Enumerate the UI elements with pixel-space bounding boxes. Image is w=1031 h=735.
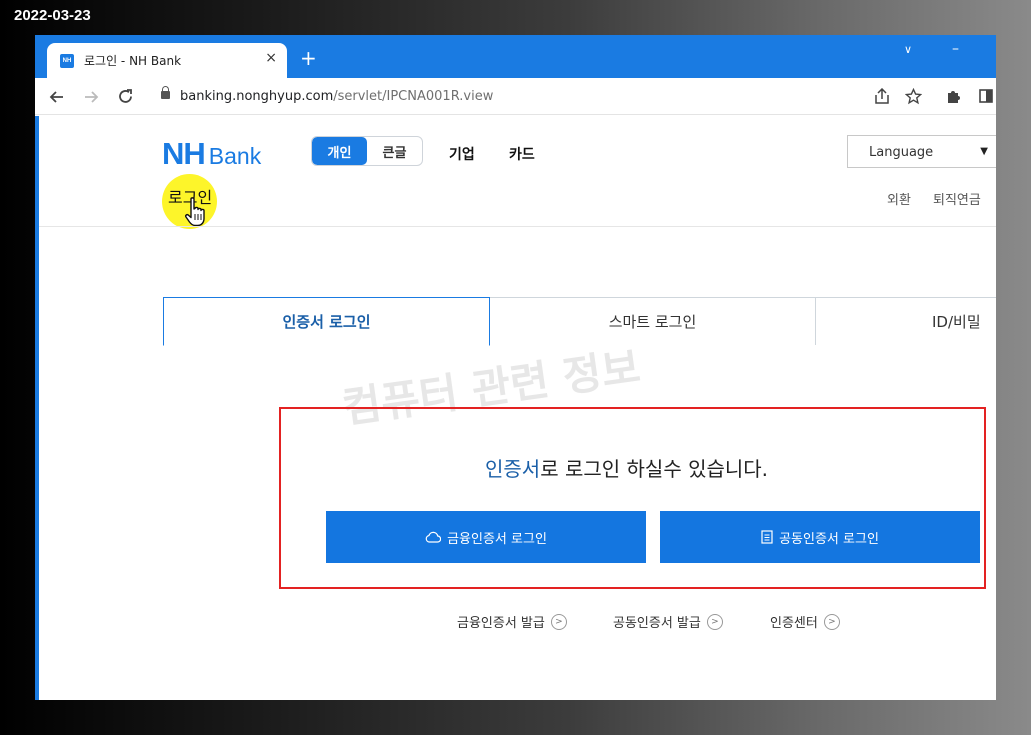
financial-cert-login-label: 금융인증서 로그인	[447, 531, 547, 547]
hand-pointer-icon	[185, 197, 205, 227]
chevron-down-icon: ▼	[980, 146, 988, 157]
link-cert-center-label: 인증센터	[770, 616, 818, 631]
new-tab-button[interactable]: +	[300, 48, 317, 68]
link-joint-cert-issue[interactable]: 공동인증서 발급 >	[613, 612, 723, 631]
login-message: 인증서로 로그인 하실수 있습니다.	[485, 453, 768, 482]
tab-close-icon[interactable]: ×	[265, 50, 277, 66]
tab-title: 로그인 - NH Bank	[84, 54, 182, 68]
tab-id-password[interactable]: ID/비밀	[815, 297, 996, 345]
financial-cert-login-button[interactable]: 금융인증서 로그인	[326, 511, 646, 563]
menu-card[interactable]: 카드	[509, 144, 535, 164]
message-rest: 로 로그인 하실수 있습니다.	[540, 457, 769, 481]
browser-tab-bar: NH 로그인 - NH Bank × + ∨ –	[35, 35, 996, 78]
reload-icon[interactable]	[117, 88, 134, 105]
tab-cert-login[interactable]: 인증서 로그인	[163, 297, 490, 346]
logo-bank: Bank	[208, 143, 262, 169]
message-accent: 인증서	[485, 457, 541, 481]
share-icon[interactable]	[873, 88, 891, 105]
link-joint-cert-issue-label: 공동인증서 발급	[613, 616, 701, 631]
url-path: /servlet/IPCNA001R.view	[333, 89, 494, 104]
url-field[interactable]: banking.nonghyup.com/servlet/IPCNA001R.v…	[180, 89, 493, 104]
link-cert-center[interactable]: 인증센터 >	[770, 612, 840, 631]
cloud-icon	[425, 531, 442, 543]
date-stamp: 2022-03-23	[14, 7, 91, 24]
view-mode-toggle: 개인 큰글	[311, 136, 423, 166]
nh-favicon-icon: NH	[60, 54, 74, 68]
logo-nh: NH	[162, 136, 206, 171]
header-divider	[39, 226, 996, 227]
page-content: NH Bank 개인 큰글 기업 카드 Language ▼ 로그인 외환 퇴직연…	[35, 116, 996, 700]
util-link-pension[interactable]: 퇴직연금	[933, 189, 981, 208]
back-arrow-icon[interactable]	[49, 89, 65, 105]
language-select[interactable]: Language ▼	[847, 135, 996, 168]
url-host: banking.nonghyup.com	[180, 89, 334, 104]
joint-cert-login-label: 공동인증서 로그인	[779, 531, 879, 547]
address-bar: banking.nonghyup.com/servlet/IPCNA001R.v…	[35, 78, 996, 115]
joint-cert-login-button[interactable]: 공동인증서 로그인	[660, 511, 980, 563]
sidebar-icon[interactable]	[979, 88, 993, 104]
link-financial-cert-issue[interactable]: 금융인증서 발급 >	[457, 612, 567, 631]
star-icon[interactable]	[905, 88, 922, 105]
login-tabs: 인증서 로그인 스마트 로그인 ID/비밀	[163, 297, 996, 346]
util-link-forex[interactable]: 외환	[887, 189, 911, 208]
nh-bank-logo[interactable]: NH Bank	[162, 136, 261, 172]
menu-corporate[interactable]: 기업	[449, 144, 475, 164]
tab-smart-login[interactable]: 스마트 로그인	[489, 297, 816, 345]
language-label: Language	[869, 145, 934, 160]
segment-large-text[interactable]: 큰글	[367, 137, 422, 165]
chevron-right-icon: >	[823, 613, 840, 630]
chevron-right-icon: >	[706, 613, 723, 630]
minimize-window-button[interactable]: –	[952, 41, 959, 57]
tab-search-icon[interactable]: ∨	[904, 43, 912, 56]
browser-window: NH 로그인 - NH Bank × + ∨ – banking.nonghyu…	[35, 35, 996, 700]
lock-icon[interactable]	[161, 86, 170, 99]
link-financial-cert-issue-label: 금융인증서 발급	[457, 616, 545, 631]
chevron-right-icon: >	[550, 613, 567, 630]
forward-arrow-icon[interactable]	[83, 89, 99, 105]
segment-personal[interactable]: 개인	[312, 137, 367, 165]
puzzle-icon[interactable]	[945, 88, 962, 105]
browser-tab[interactable]: NH 로그인 - NH Bank ×	[47, 43, 287, 78]
document-icon	[761, 530, 773, 544]
